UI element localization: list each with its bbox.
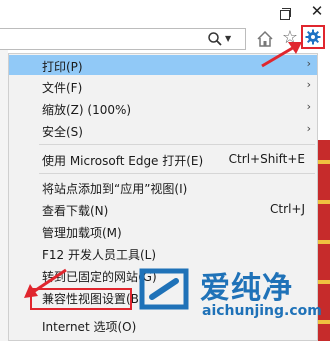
submenu-arrow-icon: ›	[306, 57, 311, 70]
watermark-brand-cn: 爱纯净	[200, 271, 293, 306]
menu-item-print[interactable]: 打印(P) ›	[9, 55, 317, 75]
menu-separator	[39, 144, 315, 145]
menu-item-label: 文件(F)	[42, 81, 83, 95]
menu-item-label: Internet 选项(O)	[42, 320, 137, 334]
submenu-arrow-icon: ›	[306, 122, 311, 135]
restore-window-button[interactable]	[270, 4, 298, 24]
submenu-arrow-icon: ›	[306, 100, 311, 113]
menu-item-label: 使用 Microsoft Edge 打开(E)	[42, 154, 204, 168]
close-window-button[interactable]: ✕	[304, 0, 330, 24]
menu-item-shortcut: Ctrl+Shift+E	[228, 152, 305, 166]
address-bar[interactable]: ▼	[0, 28, 246, 50]
menu-item-open-with-edge[interactable]: 使用 Microsoft Edge 打开(E) Ctrl+Shift+E	[9, 149, 317, 169]
menu-item-file[interactable]: 文件(F) ›	[9, 76, 317, 96]
watermark-brand-en: aichunjing.com	[202, 303, 322, 319]
home-icon[interactable]	[256, 30, 274, 48]
menu-item-view-downloads[interactable]: 查看下载(N) Ctrl+J	[9, 199, 317, 219]
watermark: 爱纯净 aichunjing.com	[134, 255, 330, 341]
menu-item-label: 缩放(Z) (100%)	[42, 103, 132, 117]
address-dropdown-icon[interactable]: ▼	[225, 29, 237, 49]
menu-item-label: 查看下载(N)	[42, 204, 109, 218]
menu-item-label: 打印(P)	[42, 60, 83, 74]
gear-icon	[305, 29, 321, 45]
menu-item-zoom[interactable]: 缩放(Z) (100%) ›	[9, 98, 317, 118]
menu-item-safety[interactable]: 安全(S) ›	[9, 120, 317, 140]
favorites-star-icon[interactable]: ☆	[280, 28, 300, 48]
restore-icon	[280, 10, 290, 20]
menu-separator	[39, 173, 315, 174]
annotation-box-internet-options	[30, 288, 132, 310]
search-icon[interactable]	[207, 31, 223, 47]
page-background-strip	[0, 50, 8, 341]
tools-gear-button[interactable]	[301, 25, 325, 49]
menu-item-label: 安全(S)	[42, 125, 83, 139]
watermark-logo	[139, 268, 189, 310]
submenu-arrow-icon: ›	[306, 78, 311, 91]
menu-item-add-to-apps[interactable]: 将站点添加到“应用”视图(I)	[9, 177, 317, 197]
menu-item-shortcut: Ctrl+J	[270, 202, 305, 216]
menu-item-label: 将站点添加到“应用”视图(I)	[42, 182, 188, 196]
title-bar: ✕	[0, 0, 330, 26]
menu-item-manage-addons[interactable]: 管理加载项(M)	[9, 221, 317, 241]
menu-item-label: 管理加载项(M)	[42, 226, 122, 240]
